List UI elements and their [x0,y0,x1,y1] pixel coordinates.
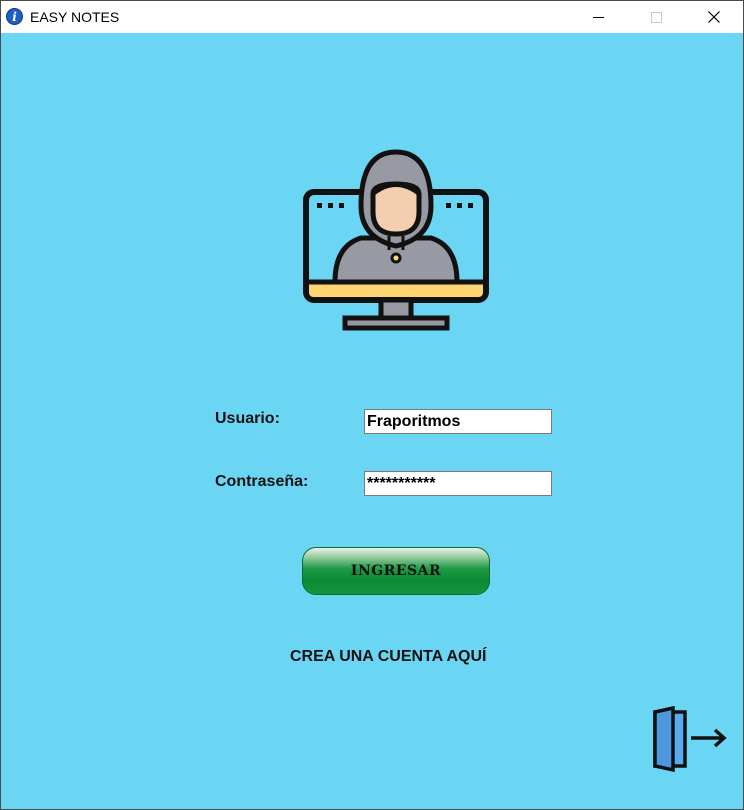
info-icon: i [6,8,23,25]
password-label: Contraseña: [215,473,309,490]
username-label: Usuario: [215,410,280,427]
password-input[interactable] [364,471,552,496]
maximize-button[interactable] [627,1,685,33]
username-input[interactable] [364,409,552,434]
minimize-button[interactable] [569,1,627,33]
app-window: i EASY NOTES Usuario: Fraporitmos Contra… [0,0,744,810]
login-button[interactable]: INGRESAR [302,547,490,595]
create-account-link[interactable]: CREA UNA CUENTA AQUÍ [290,648,486,666]
window-title: EASY NOTES [30,9,120,25]
minimize-icon [592,16,604,18]
close-button[interactable] [685,1,743,33]
title-bar: i EASY NOTES [1,1,743,33]
close-icon [708,11,720,23]
hooded-user-monitor-icon [303,149,489,331]
maximize-icon [650,11,662,23]
exit-door-icon[interactable] [649,706,729,774]
